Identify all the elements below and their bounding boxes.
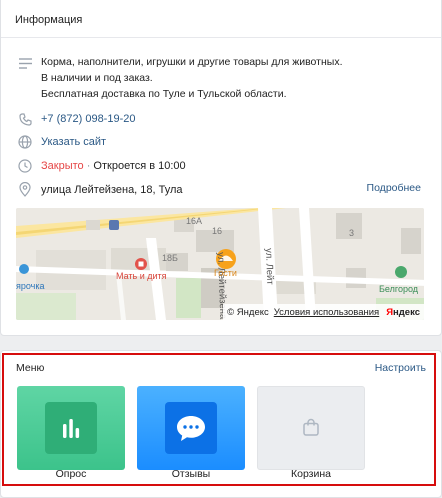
reviews-label: Отзывы [171,468,211,480]
map-label-guests: Гости [214,268,237,278]
add-website-link[interactable]: Указать сайт [41,134,106,150]
speech-bubble-icon [165,402,217,454]
map-label-mother-child: Мать и дитя [116,271,167,281]
cart-tile[interactable] [257,386,365,470]
map-attribution: © Яндекс Условия использования Яндекс [223,304,424,320]
configure-link[interactable]: Настроить [375,362,426,374]
opens-time: Откроется в 10:00 [93,160,186,172]
menu-title: Меню [16,362,45,374]
poll-tile[interactable] [17,386,125,470]
map-label-18b: 18Б [162,253,178,263]
status-separator: · [83,160,94,172]
phone-icon [18,112,32,126]
info-header: Информация [15,14,83,26]
map-terms-link[interactable]: Условия использования [274,307,379,318]
yandex-logo: Яндекс [386,306,420,318]
map[interactable]: 16А 16 18Б 3 ул. Лейтейзена ул. Лейт Мат… [16,208,424,320]
description-line: В наличии и под заказ. [41,72,153,84]
cart-label: Корзина [291,468,331,480]
menu-card: Меню Настроить Опрос Отзывы Корзина [0,350,442,498]
text-lines-icon [18,56,32,70]
description-line: Бесплатная доставка по Туле и Тульской о… [41,88,287,100]
address-text: улица Лейтейзена, 18, Тула [41,184,183,196]
shopping-bag-icon [301,417,321,440]
map-label-street-2: ул. Лейт [263,248,276,285]
map-label-belgorod: Белгород [379,284,419,294]
more-details-link[interactable]: Подробнее [367,182,421,194]
description-text: Корма, наполнители, игрушки и другие тов… [41,54,343,102]
location-pin-icon [18,181,32,197]
status-closed: Закрыто [41,160,84,172]
phone-link[interactable]: +7 (872) 098-19-20 [41,111,135,127]
divider [1,37,441,38]
description-line: Корма, наполнители, игрушки и другие тов… [41,56,343,68]
map-label-left-poi: ярочка [16,281,45,291]
clock-icon [18,159,32,173]
bar-chart-icon [45,402,97,454]
map-label-16: 16 [212,226,223,236]
map-copyright: © Яндекс [227,306,269,318]
globe-icon [18,135,32,149]
poll-label: Опрос [55,468,87,480]
map-label-16a: 16А [186,216,203,226]
map-label-3: 3 [349,228,355,238]
hours-text: Закрыто · Откроется в 10:00 [41,158,186,174]
info-card: Информация Корма, наполнители, игрушки и… [0,0,442,336]
reviews-tile[interactable] [137,386,245,470]
